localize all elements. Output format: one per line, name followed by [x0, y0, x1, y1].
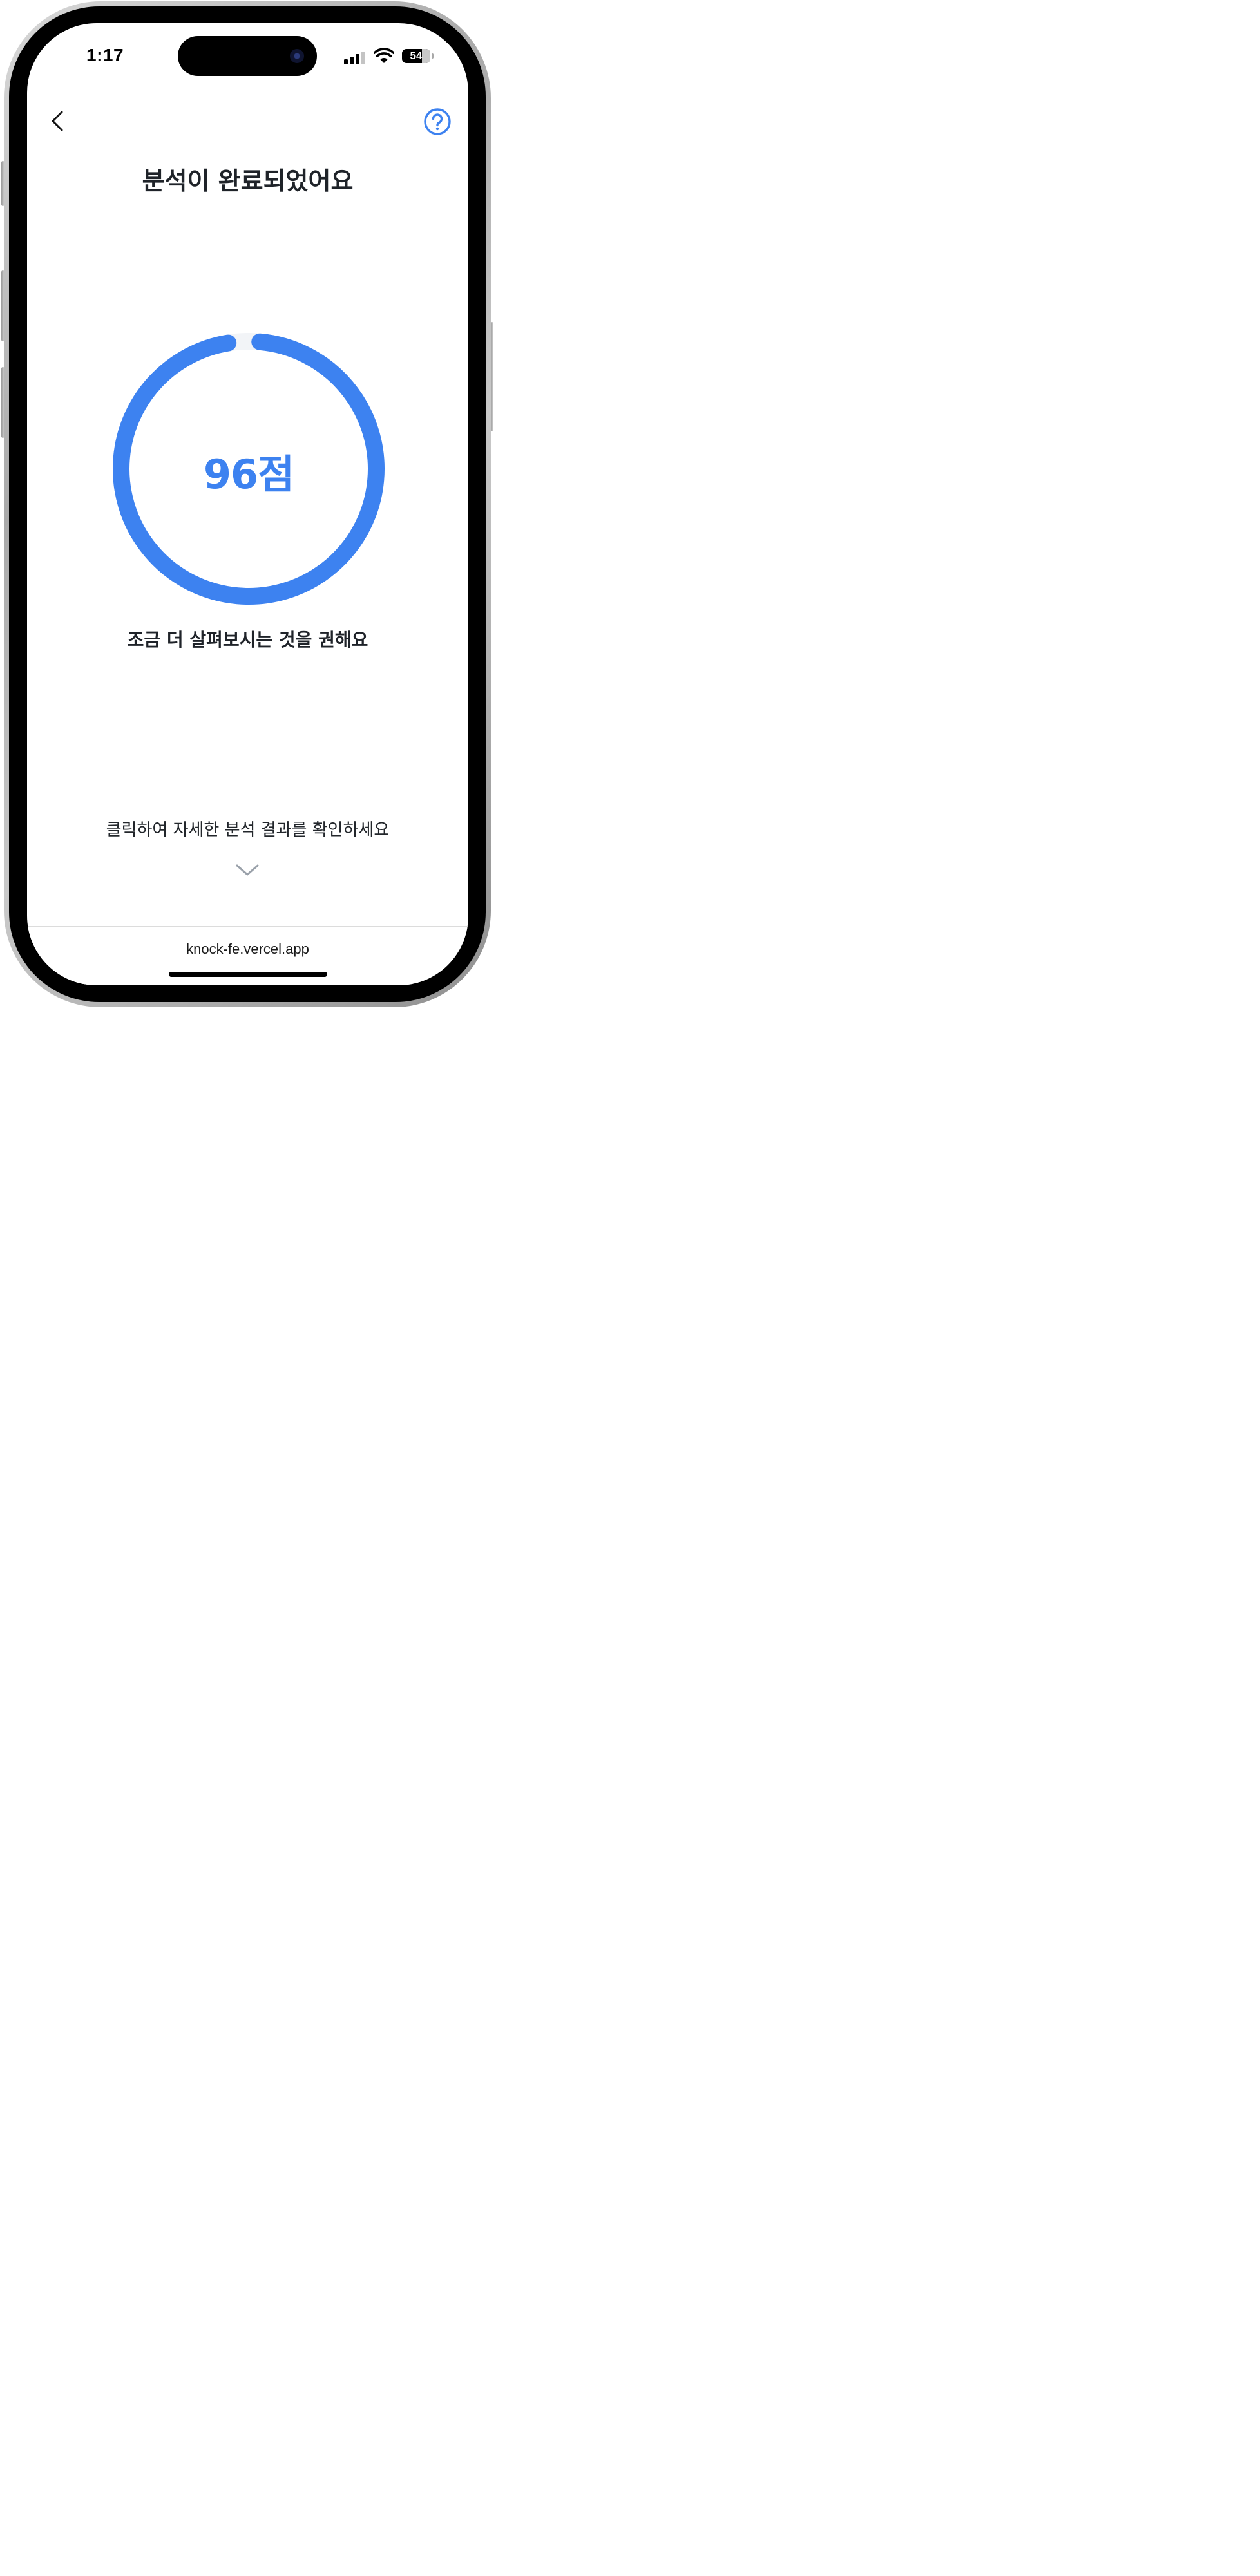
battery-icon: 54 — [402, 49, 430, 63]
chevron-left-icon — [52, 111, 63, 131]
question-circle-icon — [424, 108, 451, 135]
score-value: 96점 — [203, 451, 294, 498]
phone-screen: 1:17 54 분석이 완료되었어요 96점 조금 더 살펴보시는 것을 권해요… — [27, 23, 468, 985]
dynamic-island — [178, 36, 317, 76]
status-time: 1:17 — [86, 45, 124, 65]
page-title: 분석이 완료되었어요 — [142, 167, 354, 195]
device-stage: 1:17 54 분석이 완료되었어요 96점 조금 더 살펴보시는 것을 권해요… — [0, 0, 495, 1010]
front-camera-icon — [290, 49, 304, 63]
home-indicator[interactable] — [169, 972, 327, 977]
expand-details-button[interactable] — [234, 860, 260, 880]
chevron-down-icon — [236, 864, 259, 876]
battery-tip — [432, 53, 434, 59]
score-verdict: 조금 더 살펴보시는 것을 권해요 — [127, 629, 368, 650]
help-button[interactable] — [423, 107, 452, 137]
wifi-icon — [374, 48, 394, 63]
url-text[interactable]: knock-fe.vercel.app — [27, 941, 468, 958]
back-button[interactable] — [46, 107, 72, 135]
cellular-signal-icon — [344, 52, 366, 64]
browser-address-bar: knock-fe.vercel.app — [27, 926, 468, 985]
details-cta[interactable]: 클릭하여 자세한 분석 결과를 확인하세요 — [27, 817, 468, 840]
battery-level: 54 — [410, 50, 423, 62]
